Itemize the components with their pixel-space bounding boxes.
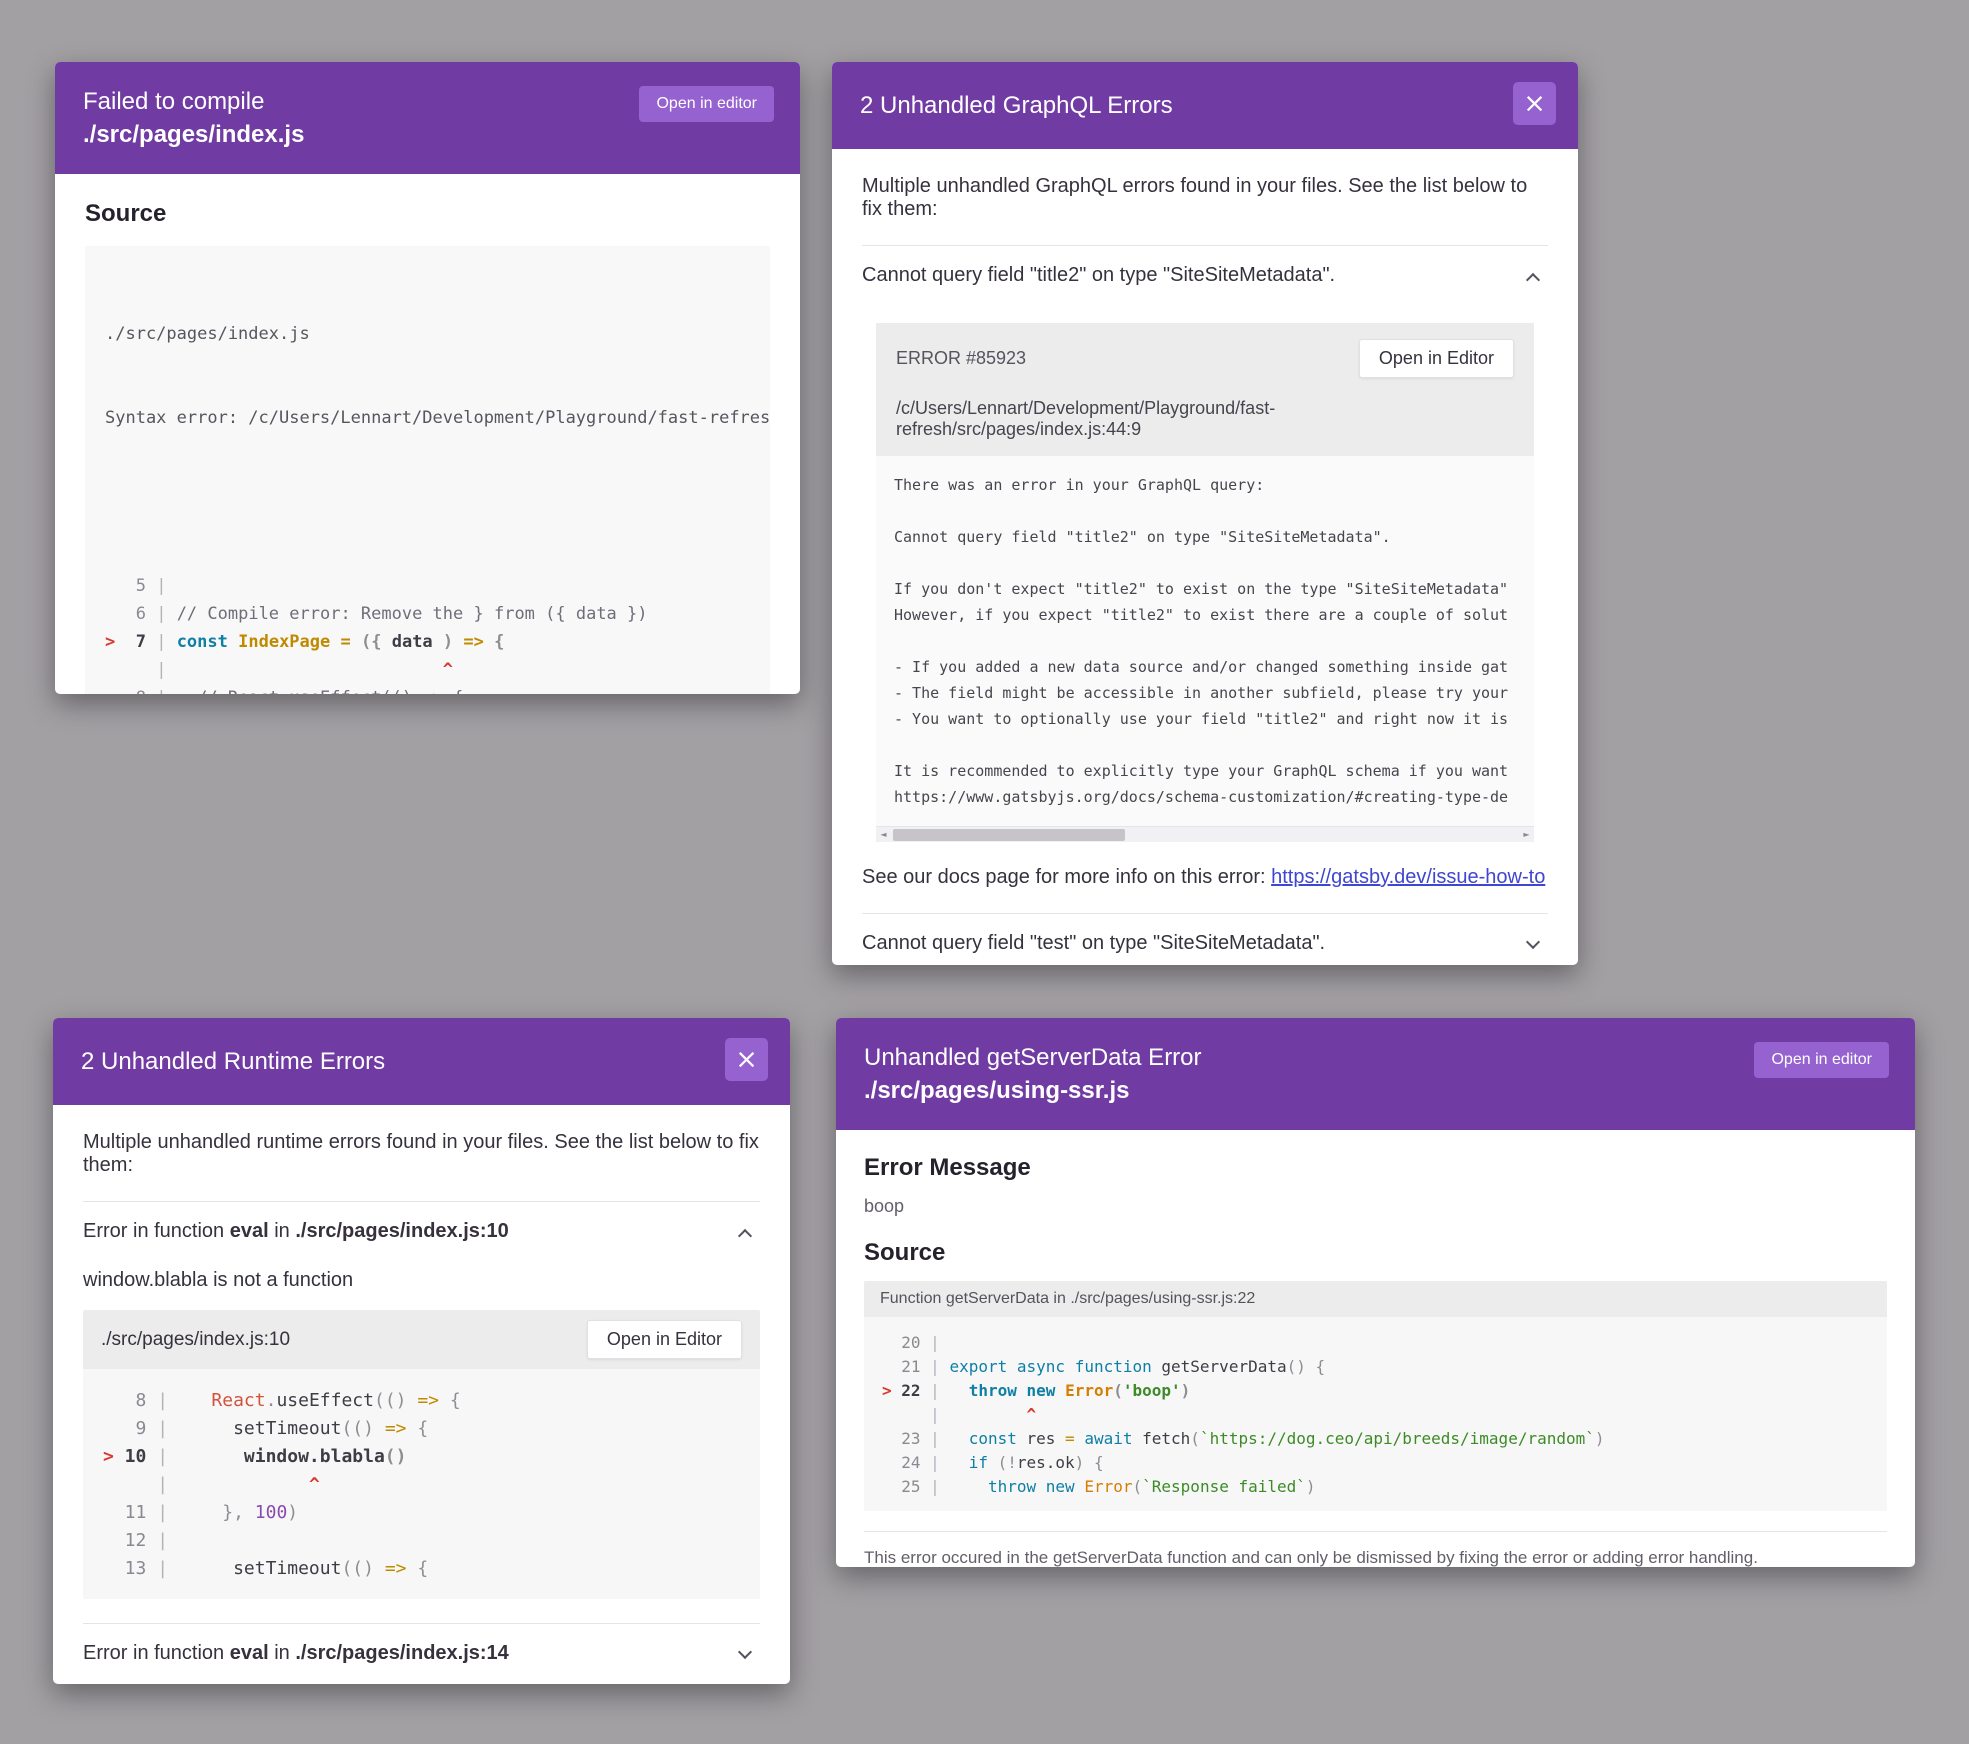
chevron-up-icon bbox=[738, 1228, 752, 1242]
chevron-down-icon bbox=[1526, 934, 1540, 948]
source-heading: Source bbox=[864, 1239, 1887, 1267]
scroll-left-arrow-icon[interactable]: ◄ bbox=[876, 830, 891, 839]
error-message-heading: Error Message bbox=[864, 1154, 1887, 1182]
panel-header: Failed to compile ./src/pages/index.js O… bbox=[55, 62, 800, 174]
accordion-summary: Error in function eval in ./src/pages/in… bbox=[83, 1642, 509, 1665]
source-heading: Source bbox=[85, 200, 770, 228]
docs-help-line: See our docs page for more info on this … bbox=[862, 866, 1548, 889]
accordion-summary: Error in function eval in ./src/pages/in… bbox=[83, 1220, 509, 1243]
accordion-row-test[interactable]: Cannot query field "test" on type "SiteS… bbox=[862, 914, 1548, 965]
open-in-editor-button[interactable]: Open in editor bbox=[1754, 1042, 1889, 1078]
chevron-down-icon bbox=[738, 1644, 752, 1658]
code-lines: 8 | React.useEffect(() => { 9 | setTimeo… bbox=[83, 1369, 760, 1599]
accordion-row-title2[interactable]: Cannot query field "title2" on type "Sit… bbox=[862, 246, 1548, 303]
code-file-line: ./src/pages/index.js bbox=[105, 320, 750, 348]
close-icon: × bbox=[735, 1044, 758, 1075]
accordion-summary: Cannot query field "title2" on type "Sit… bbox=[862, 264, 1335, 287]
panel-body: Multiple unhandled runtime errors found … bbox=[53, 1105, 790, 1684]
error-code-label: ERROR #85923 bbox=[896, 348, 1026, 369]
code-block-header: Function getServerData in ./src/pages/us… bbox=[864, 1281, 1887, 1317]
code-file-label: ./src/pages/index.js:10 bbox=[101, 1329, 290, 1351]
accordion-row-error-14[interactable]: Error in function eval in ./src/pages/in… bbox=[83, 1624, 760, 1681]
source-code-block: ./src/pages/index.js Syntax error: /c/Us… bbox=[85, 246, 770, 694]
error-message-value: boop bbox=[864, 1196, 1887, 1217]
docs-link[interactable]: https://gatsby.dev/issue-how-to bbox=[1271, 866, 1545, 888]
source-code-block: Function getServerData in ./src/pages/us… bbox=[864, 1281, 1887, 1511]
intro-text: Multiple unhandled runtime errors found … bbox=[83, 1131, 760, 1177]
blank-line bbox=[105, 488, 750, 516]
panel-file-path: ./src/pages/index.js bbox=[83, 118, 772, 151]
error-code-row: ERROR #85923 Open in Editor bbox=[896, 339, 1514, 378]
scrollbar-thumb[interactable] bbox=[893, 829, 1125, 841]
graphql-error-message: There was an error in your GraphQL query… bbox=[876, 456, 1534, 826]
panel-body: Multiple unhandled GraphQL errors found … bbox=[832, 149, 1578, 965]
horizontal-scrollbar[interactable]: ◄ ► bbox=[876, 826, 1534, 842]
getserverdata-error-panel: Unhandled getServerData Error ./src/page… bbox=[836, 1018, 1915, 1567]
code-lines: 5 | 6 | // Compile error: Remove the } f… bbox=[105, 572, 750, 694]
panel-header: 2 Unhandled Runtime Errors × bbox=[53, 1018, 790, 1105]
error-file-path: /c/Users/Lennart/Development/Playground/… bbox=[896, 398, 1514, 440]
failed-to-compile-panel: Failed to compile ./src/pages/index.js O… bbox=[55, 62, 800, 694]
panel-title: 2 Unhandled Runtime Errors bbox=[81, 1045, 762, 1078]
error-overlay-page: { "theme": { "accent_purple": "#703ba3",… bbox=[0, 0, 1969, 1744]
graphql-errors-panel: 2 Unhandled GraphQL Errors × Multiple un… bbox=[832, 62, 1578, 965]
close-icon: × bbox=[1523, 88, 1546, 119]
code-block-header: ./src/pages/index.js:10 Open in Editor bbox=[83, 1310, 760, 1369]
open-in-editor-button[interactable]: Open in Editor bbox=[1359, 339, 1514, 378]
panel-title: Unhandled getServerData Error bbox=[864, 1041, 1887, 1074]
ssr-error-note: This error occured in the getServerData … bbox=[864, 1548, 1887, 1567]
divider bbox=[864, 1531, 1887, 1532]
code-caption: Function getServerData in ./src/pages/us… bbox=[880, 1290, 1255, 1308]
close-button[interactable]: × bbox=[1513, 82, 1556, 125]
chevron-up-icon bbox=[1526, 272, 1540, 286]
runtime-error-message: window.blabla is not a function bbox=[83, 1269, 760, 1292]
panel-body: Error Message boop Source Function getSe… bbox=[836, 1130, 1915, 1567]
scroll-right-arrow-icon[interactable]: ► bbox=[1519, 830, 1534, 839]
close-button[interactable]: × bbox=[725, 1038, 768, 1081]
graphql-error-detail: ERROR #85923 Open in Editor /c/Users/Len… bbox=[876, 323, 1534, 842]
intro-text: Multiple unhandled GraphQL errors found … bbox=[862, 175, 1548, 221]
code-lines: 20 | 21 | export async function getServe… bbox=[864, 1317, 1887, 1511]
scrollbar-track[interactable] bbox=[891, 827, 1519, 843]
runtime-errors-panel: 2 Unhandled Runtime Errors × Multiple un… bbox=[53, 1018, 790, 1684]
panel-title: 2 Unhandled GraphQL Errors bbox=[860, 89, 1550, 122]
open-in-editor-button[interactable]: Open in Editor bbox=[587, 1320, 742, 1359]
panel-body: Source ./src/pages/index.js Syntax error… bbox=[55, 174, 800, 694]
accordion-summary: Cannot query field "test" on type "SiteS… bbox=[862, 932, 1325, 955]
panel-header: Unhandled getServerData Error ./src/page… bbox=[836, 1018, 1915, 1130]
panel-file-path: ./src/pages/using-ssr.js bbox=[864, 1074, 1887, 1107]
source-code: ./src/pages/index.js Syntax error: /c/Us… bbox=[85, 246, 770, 694]
panel-header: 2 Unhandled GraphQL Errors × bbox=[832, 62, 1578, 149]
syntax-error-line: Syntax error: /c/Users/Lennart/Developme… bbox=[105, 404, 750, 432]
accordion-row-error-10[interactable]: Error in function eval in ./src/pages/in… bbox=[83, 1202, 760, 1259]
source-code-block: ./src/pages/index.js:10 Open in Editor 8… bbox=[83, 1310, 760, 1599]
open-in-editor-button[interactable]: Open in editor bbox=[639, 86, 774, 122]
error-code-band: ERROR #85923 Open in Editor /c/Users/Len… bbox=[876, 323, 1534, 456]
